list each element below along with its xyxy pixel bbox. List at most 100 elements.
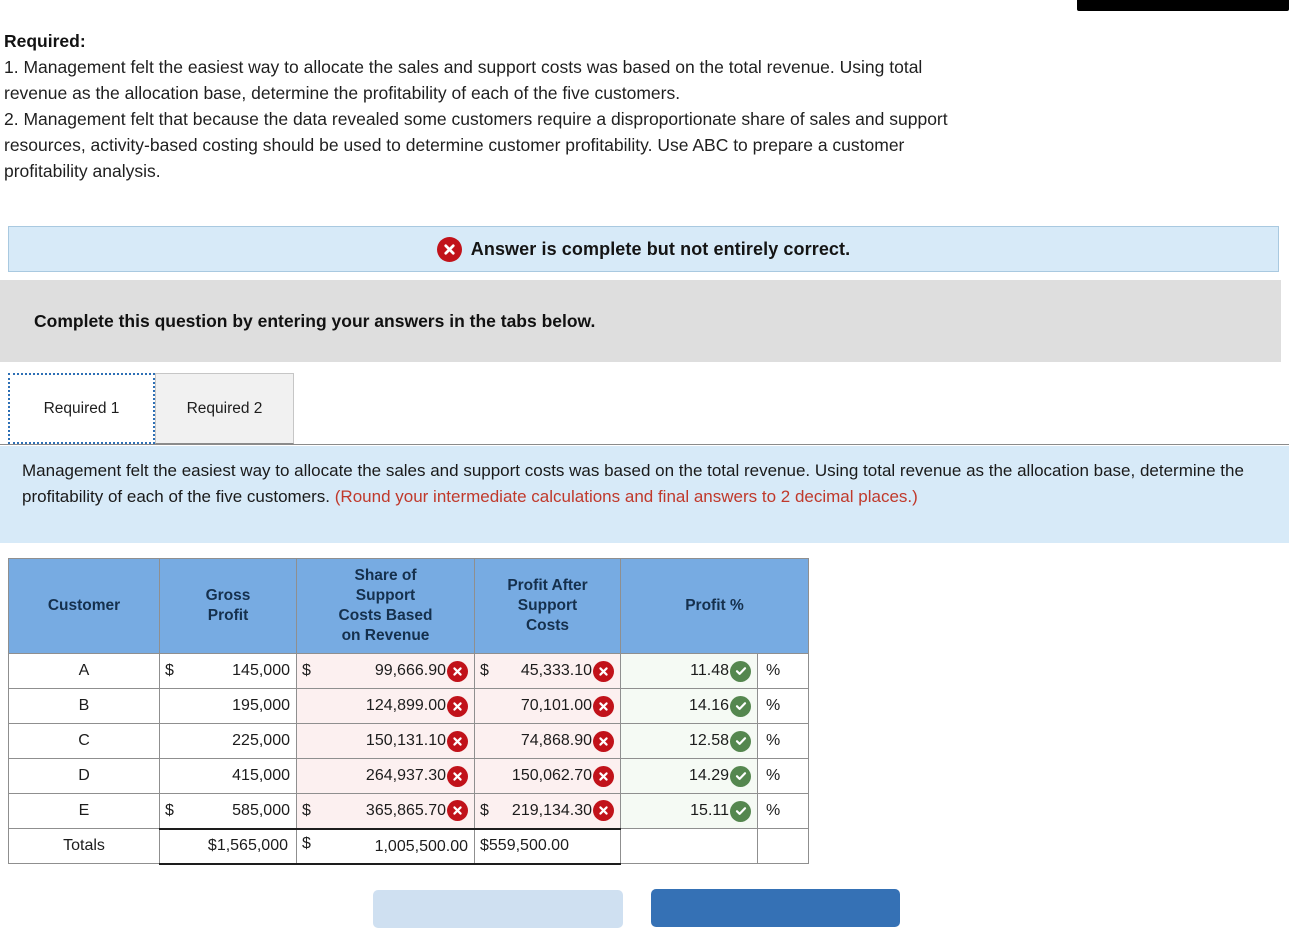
cell-profit-percent[interactable]: 14.29 (620, 758, 758, 794)
cell-customer: C (8, 723, 160, 759)
cell-profit-percent[interactable]: 12.58 (620, 723, 758, 759)
cell-profit-percent[interactable]: 14.16 (620, 688, 758, 724)
header-customer: Customer (8, 558, 160, 654)
tab-strip: Required 1 Required 2 (0, 373, 1289, 445)
totals-profit-after-support: $559,500.00 (474, 827, 621, 865)
tab-required-1-label: Required 1 (43, 399, 120, 417)
profit-after-support-value: 74,868.90 (520, 732, 592, 749)
cell-gross-profit[interactable]: 225,000 (159, 723, 297, 759)
required-item-1-line-1: 1. Management felt the easiest way to al… (4, 57, 923, 77)
cell-profit-after-support[interactable]: $45,333.10 (474, 653, 621, 689)
customer-profitability-table: Customer Gross Profit Share of Support C… (8, 558, 809, 865)
tab-required-2[interactable]: Required 2 (155, 373, 294, 444)
totals-share-support-costs-value: 1,005,500.00 (374, 837, 468, 855)
tab-required-1[interactable]: Required 1 (8, 373, 155, 444)
cell-percent-symbol: % (757, 653, 809, 689)
cell-profit-after-support[interactable]: 150,062.70 (474, 758, 621, 794)
cell-profit-percent[interactable]: 11.48 (620, 653, 758, 689)
cell-share-support-costs[interactable]: $99,666.90 (296, 653, 475, 689)
required-item-1-line-2: revenue as the allocation base, determin… (4, 83, 681, 103)
question-description-text: Management felt the easiest way to alloc… (0, 446, 1289, 510)
tab-required-2-label: Required 2 (186, 399, 263, 417)
correct-icon (730, 800, 751, 822)
complete-question-text: Complete this question by entering your … (34, 310, 596, 331)
incorrect-icon (447, 660, 468, 682)
incorrect-icon (447, 800, 468, 822)
table-row: C 225,000 150,131.10 74,868.90 12.58% (8, 723, 809, 759)
share-support-costs-value: 150,131.10 (365, 732, 446, 749)
cell-percent-symbol: % (757, 723, 809, 759)
cell-share-support-costs[interactable]: $365,865.70 (296, 793, 475, 829)
incorrect-icon (447, 765, 468, 787)
header-share-line-3: Costs Based (338, 607, 433, 624)
incorrect-icon (593, 730, 614, 752)
cell-profit-after-support[interactable]: $219,134.30 (474, 793, 621, 829)
currency-symbol: $ (480, 662, 489, 679)
profit-after-support-value: 45,333.10 (520, 662, 592, 679)
table-body: A $145,000 $99,666.90 $45,333.10 11.48% B 195,… (8, 653, 809, 865)
profit-after-support-value: 70,101.00 (520, 697, 592, 714)
currency-symbol: $ (165, 662, 174, 679)
totals-gross-profit: $1,565,000 (159, 827, 297, 865)
required-heading: Required: (4, 31, 86, 51)
share-support-costs-value: 124,899.00 (365, 697, 446, 714)
cell-customer: D (8, 758, 160, 794)
share-support-costs-value: 264,937.30 (365, 767, 446, 784)
currency-symbol: $ (207, 837, 217, 854)
table-totals-row: Totals $1,565,000 $1,005,500.00 $559,500.00 (8, 827, 809, 865)
previous-button[interactable] (373, 890, 623, 928)
header-share-support-costs: Share of Support Costs Based on Revenue (296, 558, 475, 654)
cell-share-support-costs[interactable]: 264,937.30 (296, 758, 475, 794)
currency-symbol: $ (302, 834, 311, 852)
header-profit-after-support: Profit After Support Costs (474, 558, 621, 654)
cell-percent-symbol: % (757, 793, 809, 829)
profit-percent-value: 14.29 (688, 767, 729, 784)
profit-percent-value: 11.48 (690, 662, 729, 679)
incorrect-icon (593, 765, 614, 787)
answer-status-banner: Answer is complete but not entirely corr… (8, 226, 1279, 272)
table-header-row: Customer Gross Profit Share of Support C… (8, 558, 809, 654)
cell-profit-after-support[interactable]: 70,101.00 (474, 688, 621, 724)
incorrect-icon (593, 660, 614, 682)
required-item-2-line-2: resources, activity-based costing should… (4, 135, 905, 155)
cell-gross-profit[interactable]: 415,000 (159, 758, 297, 794)
table-row: D 415,000 264,937.30 150,062.70 14.29% (8, 758, 809, 794)
profit-after-support-value: 219,134.30 (511, 801, 592, 819)
profit-percent-value: 12.58 (688, 732, 729, 749)
question-description-panel: Management felt the easiest way to alloc… (0, 446, 1289, 543)
share-support-costs-value: 99,666.90 (374, 662, 446, 679)
required-item-2-line-3: profitability analysis. (4, 161, 161, 181)
incorrect-icon (447, 695, 468, 717)
required-section: Required: 1. Management felt the easiest… (4, 28, 1289, 184)
header-gross-profit-line-1: Gross (205, 587, 251, 604)
cell-gross-profit[interactable]: 195,000 (159, 688, 297, 724)
cell-gross-profit[interactable]: $145,000 (159, 653, 297, 689)
totals-percent-symbol (757, 828, 809, 864)
table-row: E $585,000 $365,865.70 $219,134.30 15.11% (8, 793, 809, 829)
correct-icon (730, 695, 751, 717)
currency-symbol: $ (302, 662, 311, 679)
cell-gross-profit[interactable]: $585,000 (159, 793, 297, 829)
cell-share-support-costs[interactable]: 124,899.00 (296, 688, 475, 724)
required-item-2-line-1: 2. Management felt that because the data… (4, 109, 948, 129)
currency-symbol: $ (165, 801, 174, 819)
totals-profit-after-support-value: $559,500.00 (480, 837, 569, 854)
question-rounding-note: (Round your intermediate calculations an… (334, 487, 918, 506)
next-button[interactable] (651, 889, 900, 927)
cell-profit-after-support[interactable]: 74,868.90 (474, 723, 621, 759)
header-gross-profit: Gross Profit (159, 558, 297, 654)
x-circle-icon (436, 236, 462, 262)
complete-question-banner: Complete this question by entering your … (0, 280, 1281, 362)
header-profit-percent: Profit % (620, 558, 809, 654)
cell-profit-percent[interactable]: 15.11 (620, 793, 758, 829)
cell-share-support-costs[interactable]: 150,131.10 (296, 723, 475, 759)
incorrect-icon (447, 730, 468, 752)
profit-percent-value: 15.11 (690, 802, 729, 819)
correct-icon (730, 765, 751, 787)
cell-percent-symbol: % (757, 758, 809, 794)
gross-profit-value: 145,000 (232, 662, 290, 679)
cell-customer: B (8, 688, 160, 724)
cell-percent-symbol: % (757, 688, 809, 724)
answer-status-text: Answer is complete but not entirely corr… (470, 238, 851, 259)
totals-label: Totals (8, 828, 160, 864)
